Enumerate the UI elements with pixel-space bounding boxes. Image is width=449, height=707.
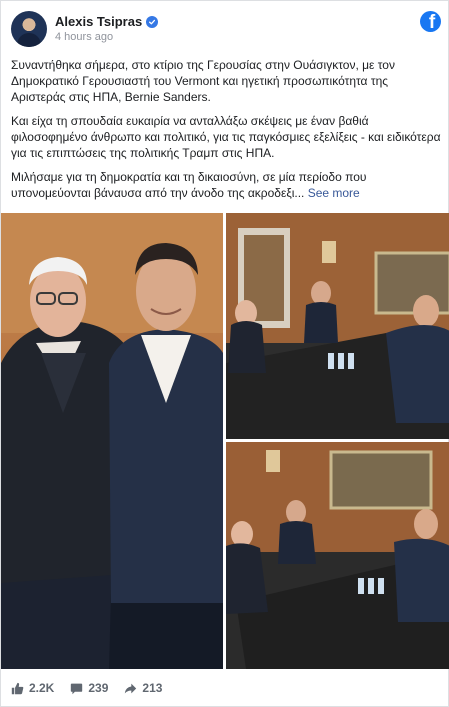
photo-main[interactable] <box>1 213 223 669</box>
photo-grid <box>1 213 449 669</box>
photo-main-illustration <box>1 213 223 669</box>
verified-badge-icon <box>146 15 159 28</box>
comments-count: 239 <box>88 681 109 695</box>
see-more-link[interactable]: See more <box>308 186 360 200</box>
likes-count: 2.2K <box>29 681 55 695</box>
post-header: Alexis Tsipras 4 hours ago f <box>11 11 441 47</box>
author-row: Alexis Tsipras <box>55 14 159 29</box>
photo-meeting-1[interactable] <box>226 213 449 439</box>
facebook-post: Alexis Tsipras 4 hours ago f Συναντήθηκα… <box>0 0 449 707</box>
post-stats: 2.2K 239 213 <box>11 681 162 695</box>
photo-meeting-2-illustration <box>226 442 449 669</box>
post-body: Συναντήθηκα σήμερα, στο κτίριο της Γερου… <box>11 57 441 209</box>
post-timestamp[interactable]: 4 hours ago <box>55 31 113 43</box>
photo-meeting-2[interactable] <box>226 442 449 669</box>
facebook-logo-icon[interactable]: f <box>420 11 441 32</box>
post-paragraph-1: Συναντήθηκα σήμερα, στο κτίριο της Γερου… <box>11 58 395 104</box>
shares-stat[interactable]: 213 <box>124 681 162 695</box>
shares-count: 213 <box>142 681 163 695</box>
comment-icon <box>71 683 83 694</box>
author-avatar[interactable] <box>11 11 47 47</box>
likes-stat[interactable]: 2.2K <box>11 681 54 695</box>
comments-stat[interactable]: 239 <box>70 681 108 695</box>
author-name[interactable]: Alexis Tsipras <box>55 14 142 29</box>
thumbs-up-icon <box>11 682 24 694</box>
share-arrow-icon <box>125 683 137 693</box>
post-paragraph-2: Και είχα τη σπουδαία ευκαιρία να ανταλλά… <box>11 114 441 160</box>
post-meta: 4 hours ago <box>55 31 113 43</box>
post-paragraph-3: Μιλήσαμε για τη δημοκρατία και τη δικαιο… <box>11 169 441 201</box>
photo-meeting-1-illustration <box>226 213 449 439</box>
